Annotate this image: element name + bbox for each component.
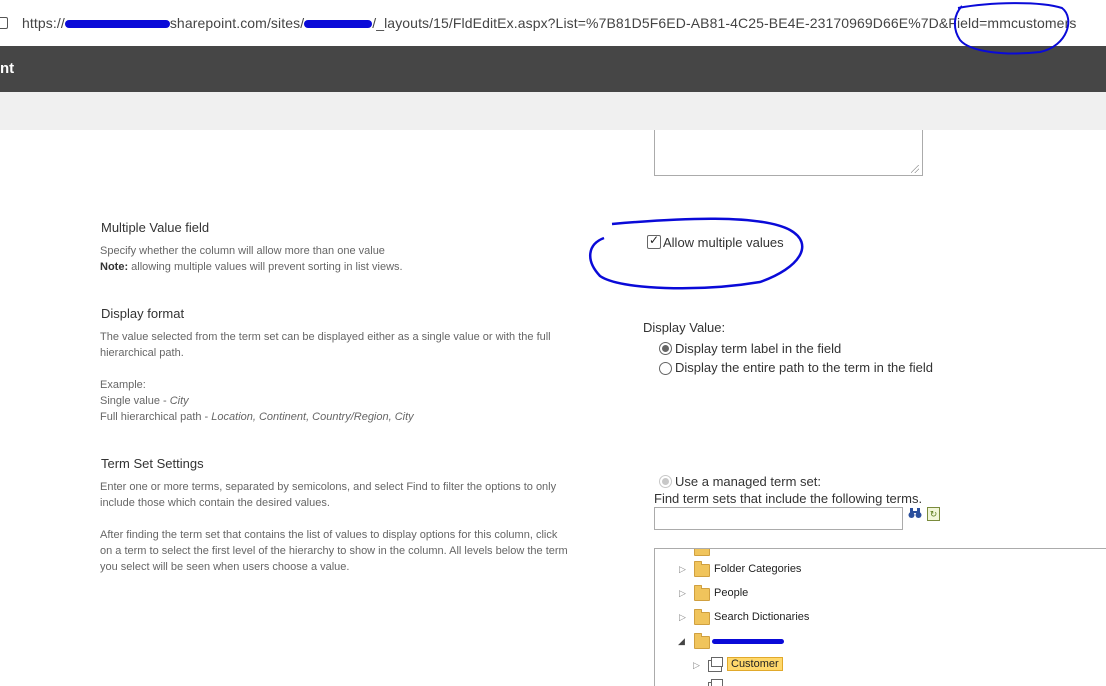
annotation-circle-checkbox (589, 217, 804, 290)
description-textarea[interactable] (654, 130, 923, 176)
tree-item-label: Folder Categories (714, 563, 802, 575)
term-set-title: Term Set Settings (101, 456, 204, 471)
lock-icon (0, 17, 8, 29)
term-set-desc-2: After finding the term set that contains… (100, 529, 568, 573)
folder-icon (694, 585, 710, 601)
redaction-mark (304, 20, 373, 29)
url-domain: sharepoint.com/sites/ (169, 15, 305, 31)
full-path-example: Location, Continent, Country/Region, Cit… (211, 411, 414, 423)
ribbon-bar (0, 92, 1106, 130)
url-text[interactable]: https:// sharepoint.com/sites/ /_layouts/1… (22, 15, 1076, 31)
display-format-desc: The value selected from the term set can… (100, 331, 551, 359)
tree-row-partial (655, 679, 1106, 686)
term-set-icon (708, 657, 723, 672)
tree-item-label: Search Dictionaries (714, 611, 810, 623)
folder-icon (694, 549, 710, 556)
find-term-sets-label: Find term sets that include the followin… (654, 491, 923, 506)
multiple-value-description: Specify whether the column will allow mo… (100, 243, 570, 275)
allow-multiple-label[interactable]: Allow multiple values (663, 235, 784, 250)
checkmark-icon: ✓ (649, 233, 660, 247)
expand-arrow-icon[interactable]: ▷ (693, 660, 700, 671)
display-entire-path-radio[interactable] (659, 362, 672, 375)
resize-grip-icon[interactable] (911, 165, 919, 173)
folder-icon (694, 609, 710, 625)
display-term-label-radio[interactable] (659, 342, 672, 355)
term-set-desc-1: Enter one or more terms, separated by se… (100, 481, 557, 509)
redaction-mark (712, 639, 784, 644)
use-managed-term-set-label: Use a managed term set: (675, 474, 821, 489)
collapse-arrow-icon[interactable]: ◢ (678, 636, 685, 647)
display-term-label-text[interactable]: Display term label in the field (675, 341, 841, 356)
full-path-label: Full hierarchical path - (100, 411, 212, 423)
redaction-mark (64, 20, 170, 29)
binoculars-icon[interactable] (908, 507, 922, 522)
suite-bar (0, 46, 1106, 92)
expand-arrow-icon[interactable]: ▷ (679, 612, 686, 623)
single-value-example: City (169, 395, 189, 407)
url-path: /_layouts/15/FldEditEx.aspx?List=%7B81D5… (372, 15, 1077, 31)
refresh-icon[interactable]: ↻ (927, 507, 940, 521)
term-set-tree[interactable]: ▷ Folder Categories ▷ People ▷ Search Di… (654, 548, 1106, 686)
find-terms-input[interactable] (654, 507, 903, 530)
tree-item-people[interactable]: ▷ People (655, 585, 1106, 604)
tree-row-partial (655, 549, 1106, 559)
display-format-example: Example: Single value - City Full hierar… (100, 377, 570, 425)
tree-item-customer[interactable]: ▷ Customer (655, 657, 1106, 676)
display-value-label: Display Value: (643, 320, 726, 335)
note-label: Note: (100, 261, 129, 273)
tree-item-search-dictionaries[interactable]: ▷ Search Dictionaries (655, 609, 1106, 628)
suite-title: nt (0, 60, 15, 77)
tree-item-label: Customer (727, 657, 783, 671)
multiple-value-desc: Specify whether the column will allow mo… (100, 245, 385, 257)
tree-item-folder-categories[interactable]: ▷ Folder Categories (655, 561, 1106, 580)
term-set-icon (708, 679, 723, 686)
tree-item-label: People (714, 587, 749, 599)
example-label: Example: (100, 379, 146, 391)
expand-arrow-icon[interactable]: ▷ (679, 588, 686, 599)
expand-arrow-icon[interactable]: ▷ (679, 564, 686, 575)
single-value-label: Single value - (100, 395, 170, 407)
folder-icon (694, 633, 710, 649)
url-prefix: https:// (22, 15, 65, 31)
tree-item-redacted-group[interactable]: ◢ (655, 633, 1106, 652)
use-managed-term-set-radio[interactable] (659, 475, 672, 488)
display-entire-path-text[interactable]: Display the entire path to the term in t… (675, 360, 933, 375)
folder-icon (694, 561, 710, 577)
multiple-value-title: Multiple Value field (101, 220, 210, 235)
note-text: allowing multiple values will prevent so… (128, 261, 403, 273)
display-format-title: Display format (101, 306, 185, 321)
